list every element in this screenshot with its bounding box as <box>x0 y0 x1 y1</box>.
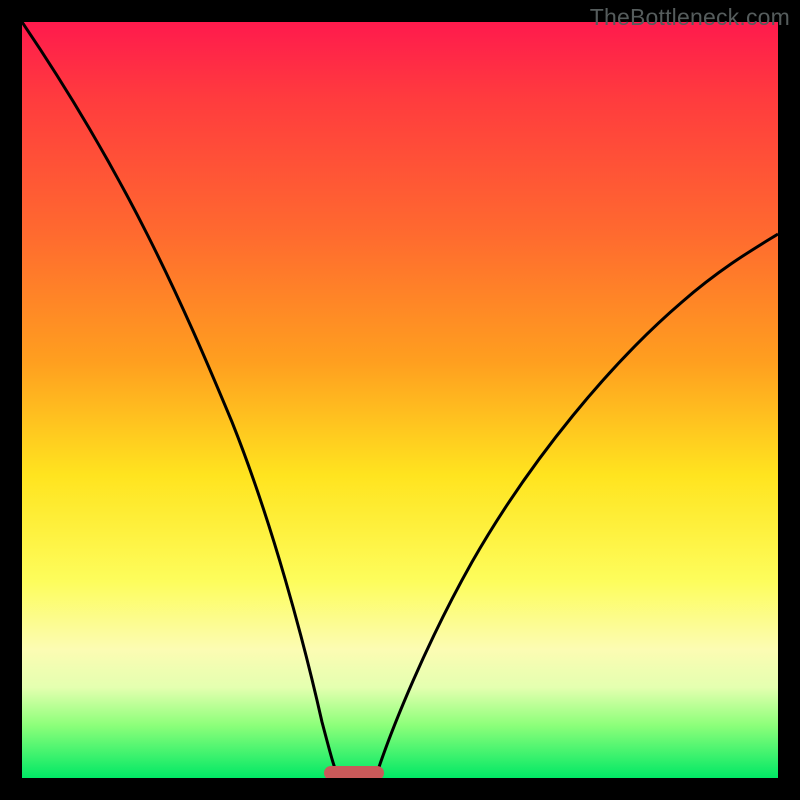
left-curve <box>22 22 338 776</box>
bottleneck-marker <box>324 766 384 778</box>
plot-area <box>22 22 778 778</box>
right-curve <box>376 234 778 776</box>
chart-frame: TheBottleneck.com <box>0 0 800 800</box>
curves-layer <box>22 22 778 778</box>
watermark-text: TheBottleneck.com <box>590 4 790 31</box>
